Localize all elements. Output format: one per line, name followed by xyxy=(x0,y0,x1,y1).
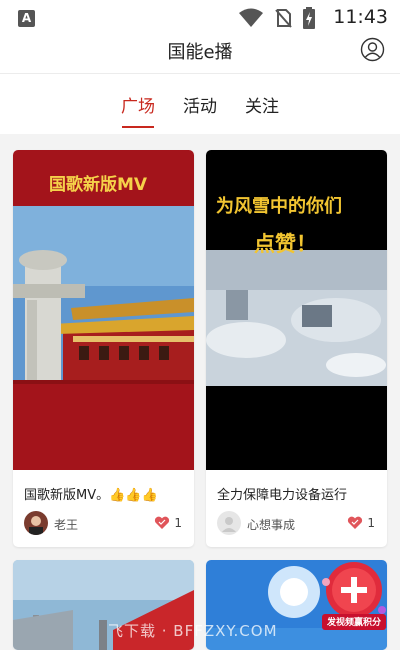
thumbnail-title: 国歌新版MV xyxy=(49,175,148,195)
avatar[interactable] xyxy=(217,511,241,535)
status-icons xyxy=(238,6,316,30)
post-card[interactable]: 国歌新版MV 国歌新版MV。👍👍👍 老王 1 xyxy=(13,150,194,547)
user-circle-icon[interactable] xyxy=(360,37,385,62)
tab-square[interactable]: 广场 xyxy=(121,92,155,117)
like-count: 1 xyxy=(367,516,375,530)
avatar[interactable] xyxy=(24,511,48,535)
post-caption: 国歌新版MV。👍👍👍 xyxy=(24,488,158,503)
post-thumbnail[interactable]: 国歌新版MV xyxy=(13,150,194,470)
status-bar: A 11:43 xyxy=(0,0,400,36)
app-header: 国能e播 xyxy=(0,36,400,74)
heart-icon xyxy=(155,516,170,529)
tab-follow[interactable]: 关注 xyxy=(245,92,279,117)
tab-bar: 广场 活动 关注 xyxy=(0,74,400,134)
battery-charging-icon xyxy=(303,7,315,29)
watermark-text: 飞下载 · BFFZXY.COM xyxy=(108,622,278,640)
like-count: 1 xyxy=(174,516,182,530)
post-author[interactable]: 心想事成 xyxy=(247,516,295,533)
wifi-icon xyxy=(239,8,263,27)
thumbnail-subtitle: 点赞！ xyxy=(254,232,317,256)
heart-icon xyxy=(348,516,363,529)
page-title: 国能e播 xyxy=(167,42,233,63)
thumbnail-title: 为风雪中的你们 xyxy=(216,196,342,217)
post-author[interactable]: 老王 xyxy=(54,516,78,533)
publish-video-button[interactable]: 发视频赢积分 xyxy=(320,560,388,632)
post-card[interactable]: 为风雪中的你们 点赞！ 全力保障电力设备运行 心想事成 1 xyxy=(206,150,387,547)
post-thumbnail[interactable]: 为风雪中的你们 点赞！ xyxy=(206,150,387,470)
post-caption: 全力保障电力设备运行 xyxy=(217,488,348,503)
tab-activity[interactable]: 活动 xyxy=(183,92,217,117)
thumbnail-art xyxy=(13,150,194,470)
like-button[interactable]: 1 xyxy=(347,516,375,530)
like-button[interactable]: 1 xyxy=(154,516,182,530)
active-tab-indicator xyxy=(122,126,154,128)
app-notification-icon: A xyxy=(18,10,35,27)
clock: 11:43 xyxy=(333,6,388,28)
publish-video-label: 发视频赢积分 xyxy=(326,618,381,628)
no-sim-icon xyxy=(275,9,292,28)
